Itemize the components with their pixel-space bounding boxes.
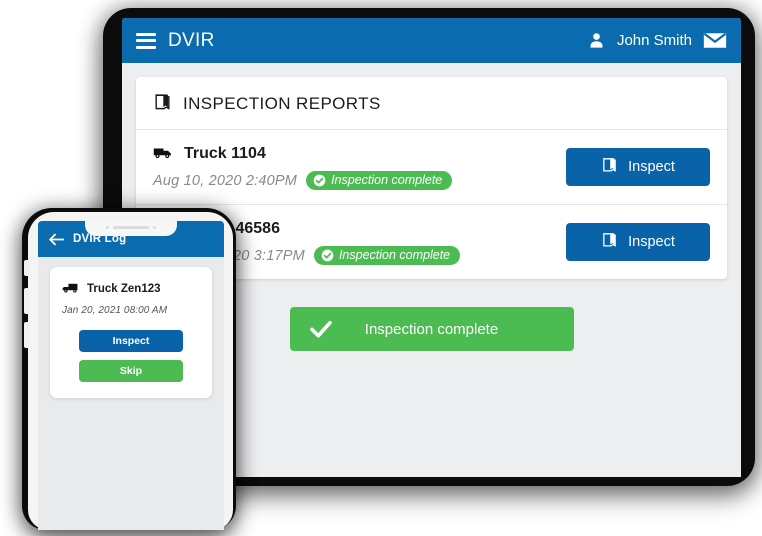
truck-icon — [153, 143, 174, 165]
status-badge-label: Inspection complete — [331, 173, 443, 187]
phone-camera-dot — [153, 226, 156, 229]
phone-vehicle-name: Truck Zen123 — [87, 282, 161, 295]
check-circle-icon — [313, 174, 326, 187]
phone-inspect-button[interactable]: Inspect — [79, 330, 183, 352]
vehicle-name: Truck 1104 — [184, 145, 266, 162]
person-icon — [587, 31, 606, 50]
checkmark-icon — [309, 320, 332, 338]
status-badge: Inspection complete — [306, 171, 453, 190]
row-title: Truck 1104 — [153, 143, 566, 165]
back-arrow-icon[interactable] — [49, 233, 64, 246]
tablet-topbar-left: DVIR — [136, 30, 215, 52]
inspect-button-label: Inspect — [628, 158, 675, 175]
row-subtitle: Aug 10, 2020 2:40PM Inspection complete — [153, 171, 566, 190]
phone-skip-button[interactable]: Skip — [79, 360, 183, 382]
truck-icon — [62, 280, 80, 297]
phone-inspection-date: Jan 20, 2021 08:00 AM — [62, 305, 168, 316]
tablet-topbar: DVIR John Smith — [122, 18, 741, 63]
phone-screen: DVIR Log Truck Zen123 Jan 20, 2021 08:00… — [38, 221, 224, 530]
inspect-button[interactable]: Inspect — [566, 222, 710, 261]
status-badge-label: Inspection complete — [338, 248, 451, 262]
phone-volume-up-button[interactable] — [24, 288, 29, 314]
inspection-date: Aug 10, 2020 2:40PM — [153, 172, 298, 189]
status-badge: Inspection complete — [313, 246, 461, 265]
book-icon — [601, 156, 618, 177]
screenshot-stage: DVIR John Smith INSPECTION REPORTS Truck… — [0, 0, 762, 536]
inspect-button-label: Inspect — [628, 233, 675, 250]
phone-sensor-dot — [106, 226, 109, 229]
phone-vehicle-title: Truck Zen123 — [62, 280, 200, 297]
inspect-button[interactable]: Inspect — [566, 147, 710, 186]
user-name[interactable]: John Smith — [617, 32, 692, 49]
book-icon — [601, 231, 618, 252]
phone-volume-down-button[interactable] — [24, 322, 29, 348]
phone-side-button[interactable] — [24, 260, 29, 276]
inspection-complete-button[interactable]: Inspection complete — [289, 307, 574, 351]
tablet-topbar-right: John Smith — [587, 31, 727, 50]
table-row[interactable]: Truck 1104 Aug 10, 2020 2:40PM Inspectio… — [136, 130, 727, 204]
hamburger-menu-icon[interactable] — [136, 32, 156, 49]
card-header: INSPECTION REPORTS — [136, 77, 727, 130]
phone-notch — [85, 221, 177, 236]
book-icon — [153, 92, 172, 116]
inspection-complete-label: Inspection complete — [364, 320, 499, 338]
page-title: INSPECTION REPORTS — [183, 94, 381, 113]
phone-vehicle-card: Truck Zen123 Jan 20, 2021 08:00 AM Inspe… — [50, 267, 212, 398]
phone-topbar: DVIR Log — [38, 221, 224, 257]
row-info: Truck 1104 Aug 10, 2020 2:40PM Inspectio… — [153, 143, 566, 190]
envelope-icon[interactable] — [703, 31, 727, 50]
app-title: DVIR — [168, 29, 215, 51]
check-circle-icon — [321, 249, 334, 262]
phone-speaker-grill — [113, 226, 149, 229]
